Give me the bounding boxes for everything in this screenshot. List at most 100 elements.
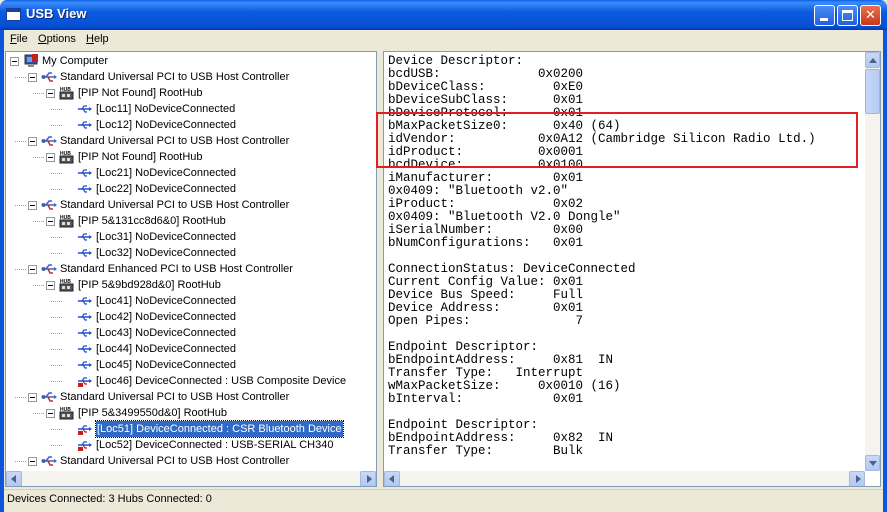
- descriptor-line: bDeviceClass: 0xE0: [388, 80, 584, 94]
- details-vertical-scrollbar[interactable]: [865, 52, 880, 471]
- tree-node-label: [PIP 5&3499550d&0] RootHub: [78, 407, 228, 419]
- computer-icon: [23, 53, 39, 69]
- menu-help-label: elp: [93, 33, 109, 45]
- tree-connector: [33, 157, 44, 158]
- tree-node[interactable]: [Loc31] NoDeviceConnected: [6, 229, 376, 245]
- tree-connector: [33, 413, 44, 414]
- descriptor-line: iManufacturer: 0x01: [388, 171, 584, 185]
- tree-node-label: [Loc11] NoDeviceConnected: [96, 103, 236, 115]
- tree-node[interactable]: [Loc11] NoDeviceConnected: [6, 101, 376, 117]
- collapse-toggle-icon[interactable]: [28, 265, 37, 274]
- tree-node-label: [Loc44] NoDeviceConnected: [96, 343, 237, 355]
- minimize-button[interactable]: [814, 5, 835, 26]
- collapse-toggle-icon[interactable]: [28, 457, 37, 466]
- maximize-button[interactable]: [837, 5, 858, 26]
- device-tree[interactable]: HUB[PIP Not Found] RootHubStandard Unive…: [5, 51, 377, 487]
- details-horizontal-scrollbar[interactable]: [384, 471, 865, 486]
- collapse-toggle-icon[interactable]: [28, 137, 37, 146]
- app-window-icon: [6, 8, 21, 21]
- tree-node[interactable]: [Loc32] NoDeviceConnected: [6, 245, 376, 261]
- tree-node[interactable]: [Loc41] NoDeviceConnected: [6, 293, 376, 309]
- descriptor-line: Device Address: 0x01: [388, 301, 584, 315]
- tree-node[interactable]: Standard Universal PCI to USB Host Contr…: [6, 69, 376, 85]
- close-button[interactable]: ✕: [860, 5, 881, 26]
- tree-node[interactable]: [Loc43] NoDeviceConnected: [6, 325, 376, 341]
- usb-controller-icon: [41, 133, 57, 149]
- tree-node[interactable]: [Loc21] NoDeviceConnected: [6, 165, 376, 181]
- menu-options-label: ptions: [46, 33, 76, 45]
- tree-node[interactable]: HUB [PIP 5&131cc8d6&0] RootHub: [6, 213, 376, 229]
- tree-node[interactable]: My Computer: [6, 53, 376, 69]
- tree-node-label: Standard Enhanced PCI to USB Host Contro…: [60, 263, 293, 275]
- descriptor-line: wMaxPacketSize: 0x0010 (16): [388, 379, 621, 393]
- window-frame-left: [0, 30, 4, 512]
- scroll-right-button[interactable]: [849, 471, 865, 486]
- tree-node[interactable]: Standard Universal PCI to USB Host Contr…: [6, 453, 376, 469]
- tree-node[interactable]: Standard Universal PCI to USB Host Contr…: [6, 133, 376, 149]
- tree-node-label: [Loc42] NoDeviceConnected: [96, 311, 237, 323]
- window-title: USB View: [26, 6, 87, 21]
- collapse-toggle-icon[interactable]: [46, 217, 55, 226]
- tree-node[interactable]: [Loc22] NoDeviceConnected: [6, 181, 376, 197]
- usb-port-icon: [77, 245, 93, 261]
- status-text: Devices Connected: 3 Hubs Connected: 0: [7, 493, 212, 505]
- title-bar[interactable]: USB View ✕: [0, 0, 887, 30]
- usb-port-icon: [77, 325, 93, 341]
- scroll-down-button[interactable]: [865, 455, 880, 471]
- collapse-toggle-icon[interactable]: [46, 409, 55, 418]
- collapse-toggle-icon[interactable]: [28, 201, 37, 210]
- tree-node[interactable]: [Loc42] NoDeviceConnected: [6, 309, 376, 325]
- menu-options[interactable]: Options: [38, 33, 76, 45]
- tree-node[interactable]: HUB[PIP Not Found] RootHub: [6, 85, 376, 101]
- tree-node[interactable]: HUB [PIP 5&3499550d&0] RootHub: [6, 405, 376, 421]
- tree-node[interactable]: [Loc46] DeviceConnected : USB Composite …: [6, 373, 376, 389]
- usb-port-icon: [77, 181, 93, 197]
- descriptor-line: bDeviceSubClass: 0x01: [388, 93, 584, 107]
- tree-node-label-selected: [Loc51] DeviceConnected : CSR Bluetooth …: [95, 420, 344, 438]
- tree-node[interactable]: Standard Enhanced PCI to USB Host Contro…: [6, 261, 376, 277]
- tree-node-label: [Loc41] NoDeviceConnected: [96, 295, 237, 307]
- collapse-toggle-icon[interactable]: [46, 89, 55, 98]
- menu-file-mnemonic: F: [10, 33, 17, 45]
- hub-icon: HUB: [59, 85, 75, 101]
- tree-node[interactable]: Standard Universal PCI to USB Host Contr…: [6, 197, 376, 213]
- tree-node[interactable]: [Loc52] DeviceConnected : USB-SERIAL CH3…: [6, 437, 376, 453]
- arrow-right-icon: [856, 475, 861, 483]
- usb-controller-icon: [41, 453, 57, 469]
- tree-node[interactable]: Standard Universal PCI to USB Host Contr…: [6, 389, 376, 405]
- tree-node[interactable]: [Loc12] NoDeviceConnected: [6, 117, 376, 133]
- tree-node[interactable]: [Loc45] NoDeviceConnected: [6, 357, 376, 373]
- details-scroll-thumb[interactable]: [865, 69, 880, 114]
- collapse-toggle-icon[interactable]: [46, 153, 55, 162]
- descriptor-line: bInterval: 0x01: [388, 392, 584, 406]
- collapse-toggle-icon[interactable]: [28, 73, 37, 82]
- collapse-toggle-icon[interactable]: [10, 57, 19, 66]
- tree-node-label: [Loc22] NoDeviceConnected: [96, 183, 237, 195]
- scroll-up-button[interactable]: [865, 52, 880, 68]
- tree-horizontal-scrollbar[interactable]: [6, 471, 376, 486]
- tree-connector: [15, 77, 26, 78]
- hub-icon: HUB: [59, 405, 75, 421]
- tree-node-label: Standard Universal PCI to USB Host Contr…: [60, 455, 290, 467]
- descriptor-line: Current Config Value: 0x01: [388, 275, 584, 289]
- tree-connector: [51, 365, 62, 366]
- tree-connector: [51, 237, 62, 238]
- tree-node-label: [Loc52] DeviceConnected : USB-SERIAL CH3…: [96, 439, 334, 451]
- descriptor-line: Device Descriptor:: [388, 54, 524, 68]
- scroll-left-button[interactable]: [384, 471, 400, 486]
- tree-node[interactable]: [Loc44] NoDeviceConnected: [6, 341, 376, 357]
- menu-help[interactable]: Help: [86, 33, 109, 45]
- menu-bar: File Options Help: [4, 30, 883, 49]
- menu-file-label: ile: [16, 33, 28, 45]
- scroll-right-button[interactable]: [360, 471, 376, 486]
- scroll-left-button[interactable]: [6, 471, 22, 486]
- maximize-icon: [842, 10, 853, 21]
- descriptor-line: bEndpointAddress: 0x82 IN: [388, 431, 614, 445]
- collapse-toggle-icon[interactable]: [28, 393, 37, 402]
- tree-node[interactable]: [Loc51] DeviceConnected : CSR Bluetooth …: [6, 420, 376, 438]
- tree-node[interactable]: HUB [PIP 5&9bd928d&0] RootHub: [6, 277, 376, 293]
- menu-file[interactable]: File: [10, 33, 28, 45]
- menu-options-mnemonic: O: [38, 33, 47, 45]
- collapse-toggle-icon[interactable]: [46, 281, 55, 290]
- tree-node[interactable]: HUB[PIP Not Found] RootHub: [6, 149, 376, 165]
